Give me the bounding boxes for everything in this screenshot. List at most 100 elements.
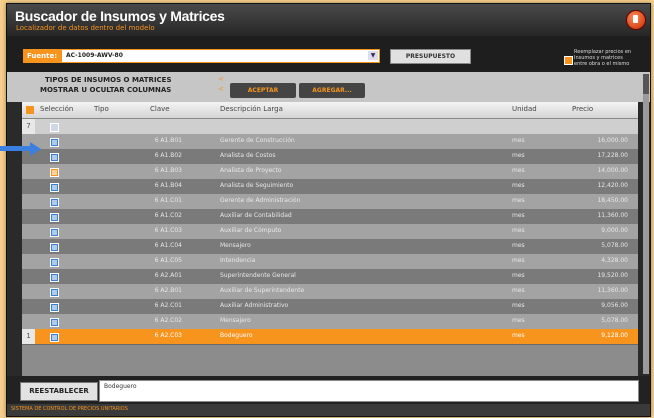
finder-window: Buscador de Insumos y Matrices Localizad… — [6, 3, 651, 417]
fuente-value: AC-1009-AWV-80 — [66, 52, 123, 59]
reset-button[interactable]: REESTABLECER — [20, 382, 98, 401]
table-row[interactable]: 6 A1.C05 Intendencia mes 4,328.00 — [22, 254, 638, 270]
cell-clave: 6 A2.B01 — [154, 287, 182, 294]
types-filter-label[interactable]: TIPOS DE INSUMOS O MATRICES — [45, 76, 172, 84]
grid-header: Selección Tipo Clave Descripción Larga U… — [22, 102, 638, 119]
filter-row[interactable]: 7 — [22, 119, 638, 135]
cell-descripcion: Analista de Proyecto — [220, 167, 282, 174]
table-row[interactable]: 6 A1.B03 Analista de Proyecto mes 14,000.00 — [22, 164, 638, 180]
add-button[interactable]: AGREGAR... — [299, 83, 365, 98]
table-row[interactable]: 6 A1.C04 Mensajero mes 5,078.00 — [22, 239, 638, 255]
cell-clave: 6 A1.C02 — [154, 212, 182, 219]
toolbar: Fuente: AC-1009-AWV-80 ▼ PRESUPUESTO Ree… — [7, 36, 650, 72]
row-checkbox[interactable] — [50, 333, 59, 342]
column-header-clave[interactable]: Clave — [150, 105, 170, 113]
row-checkbox[interactable] — [50, 138, 59, 147]
bottom-bar: REESTABLECER Bodeguero — [7, 376, 650, 404]
cell-descripcion: Auxiliar de Cómputo — [220, 227, 282, 234]
row-checkbox[interactable] — [50, 288, 59, 297]
column-header-unidad[interactable]: Unidad — [512, 105, 537, 113]
cell-precio: 12,420.00 — [597, 182, 628, 189]
row-checkbox[interactable] — [50, 183, 59, 192]
cell-descripcion: Auxiliar de Contabilidad — [220, 212, 292, 219]
row-checkbox[interactable] — [50, 168, 59, 177]
cell-unidad: mes — [512, 257, 525, 264]
window-subtitle: Localizador de datos dentro del modelo — [16, 24, 155, 32]
cell-unidad: mes — [512, 167, 525, 174]
fuente-select[interactable]: Fuente: AC-1009-AWV-80 ▼ — [23, 49, 380, 63]
row-indicator: 1 — [22, 329, 35, 344]
presupuesto-button[interactable]: PRESUPUESTO — [390, 49, 471, 64]
cell-descripcion: Intendencia — [220, 257, 256, 264]
cell-precio: 19,520.00 — [597, 272, 628, 279]
cell-unidad: mes — [512, 137, 525, 144]
column-header-descripcion[interactable]: Descripción Larga — [220, 105, 283, 113]
cell-unidad: mes — [512, 152, 525, 159]
table-row[interactable]: 6 A2.C01 Auxiliar Administrativo mes 9,056.… — [22, 299, 638, 315]
cell-clave: 6 A1.C01 — [154, 197, 182, 204]
row-indicator: 7 — [22, 119, 35, 134]
table-row[interactable]: 1 6 A2.C03 Bodeguero mes 9,128.00 — [22, 329, 638, 345]
cell-unidad: mes — [512, 317, 525, 324]
cell-precio: 11,360.00 — [597, 287, 628, 294]
row-checkbox[interactable] — [50, 258, 59, 267]
cell-unidad: mes — [512, 287, 525, 294]
table-row[interactable]: 6 A1.B01 Gerente de Construcción mes 16,000… — [22, 134, 638, 150]
cell-unidad: mes — [512, 302, 525, 309]
chevron-left-icon[interactable]: < — [218, 75, 224, 83]
cell-clave: 6 A1.C03 — [154, 227, 182, 234]
table-row[interactable]: 6 A2.A01 Superintendente General mes 19,520… — [22, 269, 638, 285]
table-row[interactable]: 6 A1.C01 Gerente de Administración mes 18,4… — [22, 194, 638, 210]
replace-prices-checkbox[interactable] — [564, 56, 573, 65]
cell-clave: 6 A1.C05 — [154, 257, 182, 264]
row-checkbox[interactable] — [50, 303, 59, 312]
table-row[interactable]: 6 A2.C02 Mensajero mes 5,078.00 — [22, 314, 638, 330]
cell-precio: 9,128.00 — [601, 332, 628, 339]
title-bar: Buscador de Insumos y Matrices Localizad… — [7, 4, 650, 36]
cell-unidad: mes — [512, 182, 525, 189]
accept-button[interactable]: ACEPTAR — [230, 83, 296, 98]
chevron-left-icon[interactable]: < — [218, 85, 224, 93]
cell-unidad: mes — [512, 197, 525, 204]
cell-precio: 9,000.00 — [601, 227, 628, 234]
scrollbar-thumb[interactable] — [643, 94, 649, 374]
replace-option-line-3: entre obra o el mismo — [574, 61, 630, 67]
cell-clave: 6 A1.B01 — [154, 137, 182, 144]
close-icon[interactable] — [626, 10, 646, 30]
results-grid: Selección Tipo Clave Descripción Larga U… — [22, 102, 638, 376]
filter-checkbox[interactable] — [50, 123, 59, 132]
table-row[interactable]: 6 A1.B02 Analista de Costos mes 17,228.00 — [22, 149, 638, 165]
description-field[interactable]: Bodeguero — [99, 380, 639, 402]
cell-unidad: mes — [512, 242, 525, 249]
filter-bar: TIPOS DE INSUMOS O MATRICES < MOSTRAR U … — [7, 72, 650, 102]
cell-clave: 6 A2.A01 — [154, 272, 182, 279]
chevron-down-icon[interactable]: ▼ — [368, 51, 378, 60]
row-checkbox[interactable] — [50, 273, 59, 282]
cell-clave: 6 A1.C04 — [154, 242, 182, 249]
cell-clave: 6 A2.C01 — [154, 302, 182, 309]
row-checkbox[interactable] — [50, 228, 59, 237]
table-row[interactable]: 6 A1.C03 Auxiliar de Cómputo mes 9,000.00 — [22, 224, 638, 240]
row-checkbox[interactable] — [50, 318, 59, 327]
table-row[interactable]: 6 A1.B04 Analista de Seguimiento mes 12,420… — [22, 179, 638, 195]
column-header-seleccion[interactable]: Selección — [40, 105, 73, 113]
row-checkbox[interactable] — [50, 153, 59, 162]
column-header-tipo[interactable]: Tipo — [94, 105, 109, 113]
cell-descripcion: Auxiliar de Superintendente — [220, 287, 305, 294]
window-title: Buscador de Insumos y Matrices — [15, 8, 225, 24]
vertical-scrollbar[interactable] — [643, 74, 649, 374]
cell-precio: 18,450.00 — [597, 197, 628, 204]
cell-unidad: mes — [512, 227, 525, 234]
grid-corner-icon[interactable] — [26, 106, 34, 114]
columns-filter-label[interactable]: MOSTRAR U OCULTAR COLUMNAS — [40, 86, 171, 94]
cell-clave: 6 A2.C03 — [154, 332, 182, 339]
cell-descripcion: Gerente de Administración — [220, 197, 301, 204]
table-row[interactable]: 6 A1.C02 Auxiliar de Contabilidad mes 11,36… — [22, 209, 638, 225]
row-checkbox[interactable] — [50, 243, 59, 252]
column-header-precio[interactable]: Precio — [572, 105, 593, 113]
table-row[interactable]: 6 A2.B01 Auxiliar de Superintendente mes 11… — [22, 284, 638, 300]
row-checkbox[interactable] — [50, 213, 59, 222]
cell-descripcion: Mensajero — [220, 242, 251, 249]
row-checkbox[interactable] — [50, 198, 59, 207]
status-bar: SISTEMA DE CONTROL DE PRECIOS UNITARIOS — [7, 404, 650, 416]
